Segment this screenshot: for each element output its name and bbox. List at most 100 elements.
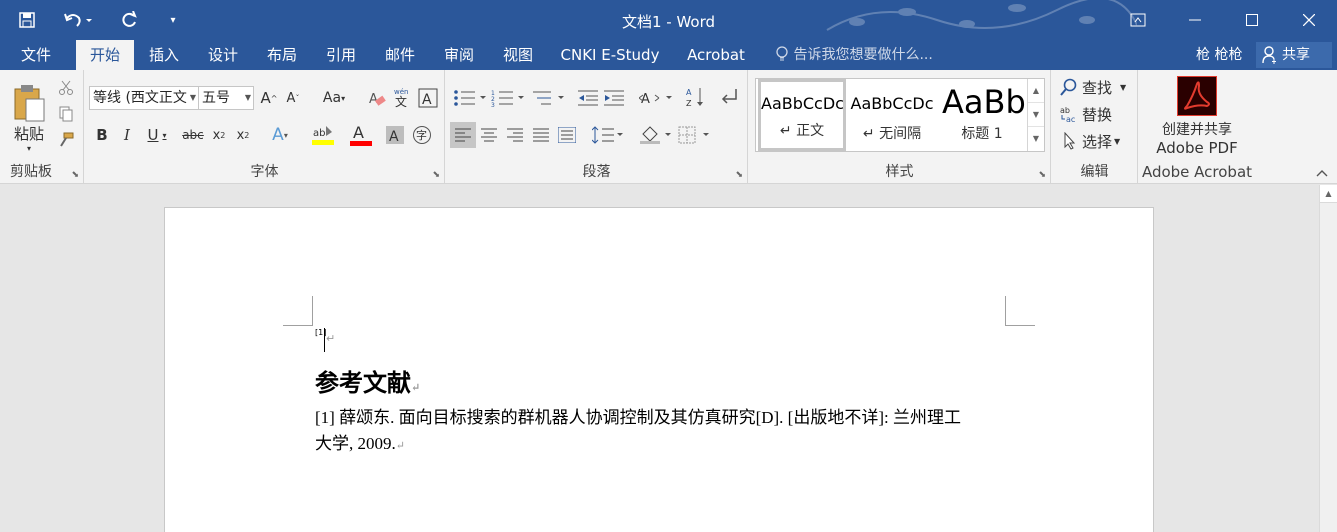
shading-icon[interactable] [638, 122, 674, 148]
references-heading[interactable]: 参考文献↵ [315, 363, 420, 398]
paragraph-launcher-icon[interactable]: ⬊ [735, 170, 743, 180]
font-color-icon: A [350, 123, 372, 146]
style-no-spacing-sample: AaBbCcDc [850, 94, 934, 113]
reference-line-1: [1] 薛颂东. 面向目标搜索的群机器人协调控制及其仿真研究[D]. [出版地不… [315, 408, 961, 427]
bullets-icon[interactable] [452, 86, 488, 110]
italic-button[interactable]: I [118, 124, 136, 146]
line-spacing-icon[interactable] [590, 122, 626, 148]
crop-mark-right [1005, 296, 1035, 326]
sort-icon[interactable]: AZ [684, 84, 708, 110]
grow-font-icon[interactable]: A ^ [259, 87, 279, 109]
tab-review[interactable]: 审阅 [435, 40, 483, 70]
select-button[interactable]: 选择 ▼ [1060, 130, 1138, 152]
numbering-icon[interactable]: 123 [490, 86, 526, 110]
paragraph-mark-icon: ↵ [326, 332, 336, 345]
tab-design[interactable]: 设计 [199, 40, 247, 70]
subscript-button[interactable]: x2 [209, 124, 229, 146]
character-shading-icon[interactable]: A [385, 124, 405, 146]
phonetic-guide-icon[interactable]: wén 文 [391, 85, 413, 109]
clipboard-launcher-icon[interactable]: ⬊ [71, 170, 79, 180]
document-area: [1] ↵ 参考文献↵ [1] 薛颂东. 面向目标搜索的群机器人协调控制及其仿真… [0, 185, 1337, 532]
style-normal-name: ↵ 正文 [779, 123, 825, 139]
underline-button[interactable]: U ▾ [143, 124, 171, 146]
find-label: 查找 [1082, 78, 1113, 97]
tell-me-placeholder: 告诉我您想要做什么... [793, 47, 933, 63]
align-left-icon[interactable] [450, 122, 476, 148]
tab-layout[interactable]: 布局 [258, 40, 306, 70]
font-color-button[interactable]: A [343, 122, 379, 148]
borders-icon[interactable] [676, 122, 712, 148]
ribbon-display-options-icon[interactable] [1109, 0, 1166, 40]
reference-entry[interactable]: [1] 薛颂东. 面向目标搜索的群机器人协调控制及其仿真研究[D]. [出版地不… [315, 405, 1005, 459]
styles-scroll: ▲ ▼ ▼ [1027, 79, 1044, 151]
references-heading-text: 参考文献 [315, 368, 411, 397]
minimize-icon[interactable] [1166, 0, 1223, 40]
bold-button[interactable]: B [93, 124, 111, 146]
style-heading-1-sample: AaBb [942, 83, 1026, 121]
maximize-icon[interactable] [1223, 0, 1280, 40]
copy-icon[interactable] [56, 104, 76, 124]
tab-acrobat[interactable]: Acrobat [680, 40, 752, 70]
font-group: 等线 (西文正文 ▼ 五号 ▼ A ^ Aˇ Aa ▾ A wén 文 A B I U… [85, 70, 445, 184]
scroll-up-icon[interactable]: ▲ [1320, 185, 1337, 203]
clear-formatting-icon[interactable]: A [367, 87, 387, 109]
tab-cnki-estudy[interactable]: CNKI E-Study [556, 40, 664, 70]
decrease-indent-icon[interactable] [576, 86, 600, 110]
replace-button[interactable]: ab ac 替换 [1060, 103, 1138, 125]
close-icon[interactable] [1280, 0, 1337, 40]
chinese-layout-icon[interactable]: A [638, 86, 674, 110]
clipboard-group: 粘贴 ▾ 剪贴板 ⬊ [0, 70, 84, 184]
person-icon [1262, 46, 1278, 73]
enclose-characters-icon[interactable]: 字 [411, 124, 433, 146]
adobe-acrobat-group: 创建并共享 Adobe PDF Adobe Acrobat [1139, 70, 1255, 184]
styles-gallery: AaBbCcDc ↵ 正文 AaBbCcDc ↵ 无间隔 AaBb 标题 1 ▲… [755, 78, 1045, 152]
tab-insert[interactable]: 插入 [140, 40, 188, 70]
superscript-button[interactable]: x2 [233, 124, 253, 146]
format-painter-icon[interactable] [56, 130, 76, 150]
vertical-scrollbar[interactable]: ▲ [1319, 185, 1337, 532]
style-no-spacing[interactable]: AaBbCcDc ↵ 无间隔 [848, 79, 936, 151]
text-effects-icon[interactable]: A ▾ [265, 124, 295, 146]
collapse-ribbon-icon[interactable] [1314, 166, 1330, 180]
distributed-icon[interactable] [554, 122, 580, 148]
shrink-font-icon[interactable]: Aˇ [283, 87, 303, 109]
font-launcher-icon[interactable]: ⬊ [432, 170, 440, 180]
tell-me-box[interactable]: 告诉我您想要做什么... [775, 40, 933, 70]
styles-scroll-down-icon[interactable]: ▼ [1028, 103, 1044, 127]
justify-icon[interactable] [528, 122, 554, 148]
highlighter-icon: ab [312, 126, 334, 145]
create-adobe-pdf-button[interactable]: 创建并共享 Adobe PDF [1147, 76, 1247, 158]
font-size-combo[interactable]: 五号 ▼ [198, 86, 254, 110]
tab-file[interactable]: 文件 [10, 40, 62, 70]
find-icon [1060, 78, 1077, 96]
increase-indent-icon[interactable] [602, 86, 626, 110]
editing-group-label: 编辑 [1080, 164, 1109, 180]
paste-button[interactable]: 粘贴 ▾ [8, 76, 50, 160]
show-hide-marks-icon[interactable] [718, 84, 742, 110]
styles-scroll-up-icon[interactable]: ▲ [1028, 79, 1044, 103]
user-name[interactable]: 枪 枪枪 [1196, 40, 1242, 70]
highlight-color-button[interactable]: ab [305, 122, 341, 148]
style-heading-1[interactable]: AaBb 标题 1 [938, 79, 1026, 151]
align-center-icon[interactable] [476, 122, 502, 148]
font-size-value: 五号 [202, 90, 230, 106]
multilevel-list-icon[interactable] [530, 86, 566, 110]
tab-mailings[interactable]: 邮件 [376, 40, 424, 70]
tab-references[interactable]: 引用 [317, 40, 365, 70]
tab-home[interactable]: 开始 [76, 40, 134, 70]
style-normal[interactable]: AaBbCcDc ↵ 正文 [758, 79, 846, 151]
change-case-icon[interactable]: Aa ▾ [317, 87, 351, 109]
tab-view[interactable]: 视图 [494, 40, 542, 70]
strikethrough-button[interactable]: abc [179, 124, 207, 146]
chevron-down-icon: ▼ [244, 93, 251, 102]
styles-launcher-icon[interactable]: ⬊ [1038, 170, 1046, 180]
document-page[interactable]: [1] ↵ 参考文献↵ [1] 薛颂东. 面向目标搜索的群机器人协调控制及其仿真… [164, 207, 1154, 532]
align-right-icon[interactable] [502, 122, 528, 148]
find-button[interactable]: 查找 ▼ [1060, 76, 1138, 98]
share-button[interactable]: 共享 [1256, 42, 1332, 68]
character-border-icon[interactable]: A [417, 87, 439, 109]
paste-icon [14, 85, 45, 122]
font-name-combo[interactable]: 等线 (西文正文 ▼ [89, 86, 199, 110]
cut-icon[interactable] [56, 78, 76, 98]
styles-more-icon[interactable]: ▼ [1028, 127, 1044, 151]
